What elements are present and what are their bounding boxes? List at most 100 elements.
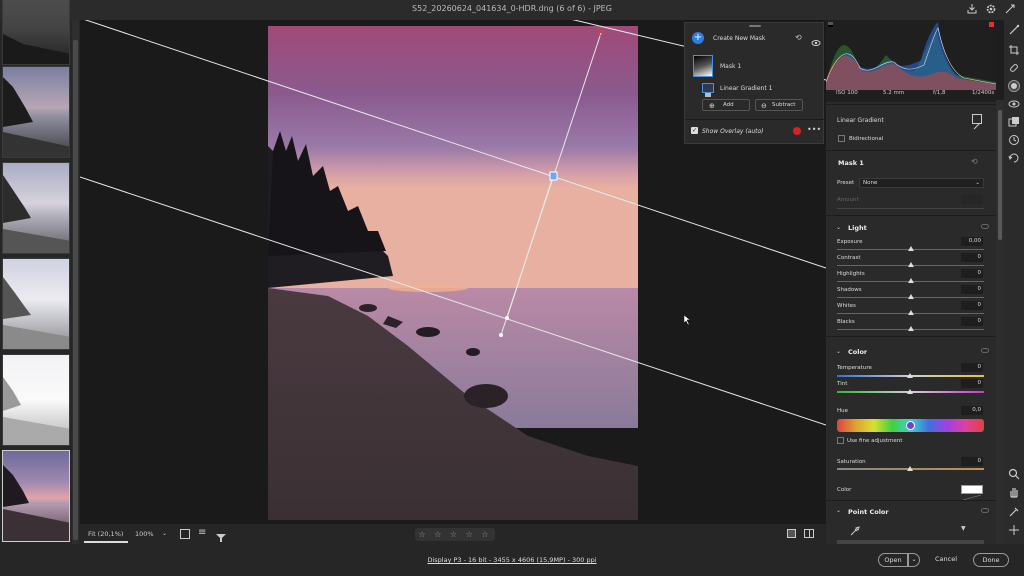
invert-icon[interactable] bbox=[972, 114, 982, 130]
reset-icon[interactable]: ⟲ bbox=[795, 33, 805, 43]
light-slider-value[interactable]: 0 bbox=[961, 301, 983, 310]
hue-value[interactable]: 0,0 bbox=[961, 406, 983, 415]
preset-select[interactable]: None ⌄ bbox=[859, 178, 984, 188]
gradient-center-pin[interactable] bbox=[549, 171, 558, 181]
edit-tool-icon[interactable] bbox=[1008, 24, 1020, 36]
filmstrip-thumb[interactable] bbox=[2, 66, 70, 158]
light-section-title[interactable]: Light bbox=[848, 224, 867, 232]
filmstrip-thumb-selected[interactable] bbox=[2, 450, 70, 542]
adjustments-scrollbar[interactable] bbox=[996, 100, 1004, 544]
share-icon[interactable] bbox=[966, 3, 978, 15]
mask-component-name[interactable]: Linear Gradient 1 bbox=[720, 85, 772, 92]
light-slider-label: Blacks bbox=[837, 319, 855, 325]
crop-tool-icon[interactable] bbox=[1008, 44, 1020, 56]
mask-name[interactable]: Mask 1 bbox=[720, 63, 741, 70]
mask-reset-icon[interactable]: ⟲ bbox=[971, 157, 978, 166]
tint-slider-thumb[interactable] bbox=[907, 389, 913, 394]
fine-adjustment-label: Use fine adjustment bbox=[847, 438, 903, 444]
sampler-tool-icon[interactable] bbox=[1008, 506, 1020, 518]
shadow-clipping-toggle[interactable] bbox=[828, 22, 833, 27]
zoom-dropdown-icon[interactable]: ⌄ bbox=[162, 530, 167, 537]
gear-icon[interactable] bbox=[985, 3, 997, 15]
light-slider-value[interactable]: 0 bbox=[961, 317, 983, 326]
hand-tool-icon[interactable] bbox=[1008, 486, 1020, 498]
red-eye-tool-icon[interactable] bbox=[1008, 98, 1020, 110]
light-slider-thumb[interactable] bbox=[907, 294, 914, 299]
hue-label: Hue bbox=[837, 408, 849, 414]
before-after-icon[interactable] bbox=[804, 529, 814, 538]
point-color-section-title[interactable]: Point Color bbox=[848, 508, 889, 516]
light-slider-value[interactable]: 0 bbox=[961, 253, 983, 262]
hue-slider-thumb[interactable] bbox=[906, 421, 915, 430]
filmstrip-scrollbar[interactable] bbox=[72, 20, 79, 544]
light-slider-thumb[interactable] bbox=[907, 246, 914, 251]
fit-zoom-option[interactable]: Fit (20,1%) bbox=[88, 530, 123, 538]
masking-tool-icon[interactable] bbox=[1008, 80, 1020, 92]
eyedropper-icon[interactable] bbox=[850, 526, 860, 538]
light-slider-thumb[interactable] bbox=[907, 326, 914, 331]
light-slider-thumb[interactable] bbox=[907, 310, 914, 315]
snapshots-icon[interactable] bbox=[1008, 134, 1020, 146]
open-button[interactable]: Open bbox=[878, 553, 908, 567]
filmstrip-thumb[interactable] bbox=[2, 354, 70, 446]
tint-value[interactable]: 0 bbox=[961, 379, 983, 388]
subtract-button[interactable]: ⊖ Subtract bbox=[755, 99, 803, 111]
filmstrip-scrollbar-thumb[interactable] bbox=[73, 40, 78, 540]
light-slider-thumb[interactable] bbox=[907, 262, 914, 267]
temperature-value[interactable]: 0 bbox=[961, 363, 983, 372]
versions-icon[interactable] bbox=[1008, 152, 1020, 164]
saturation-value[interactable]: 0 bbox=[961, 457, 983, 466]
color-collapse-icon[interactable]: ⌄ bbox=[836, 348, 841, 355]
done-button[interactable]: Done bbox=[973, 553, 1009, 567]
gradient-mid-handle[interactable] bbox=[505, 316, 509, 320]
bidirectional-checkbox[interactable] bbox=[838, 135, 845, 142]
light-collapse-icon[interactable]: ⌄ bbox=[836, 224, 841, 231]
compare-icon[interactable] bbox=[180, 529, 190, 539]
point-color-collapse-icon[interactable]: ⌄ bbox=[836, 507, 841, 514]
cancel-button[interactable]: Cancel bbox=[928, 553, 964, 567]
light-slider-value[interactable]: 0 bbox=[961, 269, 983, 278]
light-slider-value[interactable]: 0 bbox=[961, 285, 983, 294]
healing-tool-icon[interactable] bbox=[1008, 62, 1020, 74]
show-overlay-checkbox[interactable]: ✓ bbox=[691, 127, 698, 134]
view-mode-icon[interactable] bbox=[787, 529, 796, 538]
adjustments-scrollbar-thumb[interactable] bbox=[998, 110, 1002, 240]
color-section-title[interactable]: Color bbox=[848, 348, 867, 356]
point-color-visibility-icon[interactable] bbox=[981, 508, 989, 513]
fit-active-indicator bbox=[84, 541, 128, 543]
saturation-slider-thumb[interactable] bbox=[907, 466, 913, 471]
exif-aperture: f/1,8 bbox=[933, 90, 946, 96]
gradient-bottom-handle[interactable] bbox=[499, 333, 503, 337]
color-swatch[interactable] bbox=[961, 485, 983, 501]
help-icon[interactable] bbox=[1004, 3, 1016, 15]
overlay-color-swatch[interactable] bbox=[793, 127, 801, 135]
star-rating[interactable]: ☆ ☆ ☆ ☆ ☆ bbox=[415, 528, 495, 541]
eye-icon[interactable] bbox=[811, 33, 821, 46]
preset-value: None bbox=[863, 180, 878, 186]
sort-icon[interactable]: ≡ bbox=[198, 527, 206, 538]
panel-drag-handle[interactable] bbox=[749, 25, 761, 27]
more-options-icon[interactable]: ••• bbox=[807, 125, 821, 134]
light-slider-thumb[interactable] bbox=[907, 278, 914, 283]
color-visibility-icon[interactable] bbox=[981, 348, 989, 353]
mask-thumbnail[interactable] bbox=[693, 55, 713, 77]
filmstrip-thumb[interactable] bbox=[2, 0, 70, 65]
create-new-mask-label[interactable]: Create New Mask bbox=[713, 35, 765, 42]
light-slider-value[interactable]: 0,00 bbox=[961, 237, 983, 246]
create-new-mask-button[interactable]: + bbox=[692, 32, 704, 44]
toggle-grid-icon[interactable] bbox=[1008, 524, 1020, 536]
open-options-dropdown[interactable]: ⌄ bbox=[908, 553, 920, 567]
point-color-dropdown-icon[interactable]: ▼ bbox=[961, 525, 966, 532]
filmstrip-thumb[interactable] bbox=[2, 162, 70, 254]
fine-adjustment-checkbox[interactable] bbox=[837, 437, 844, 444]
light-visibility-icon[interactable] bbox=[981, 224, 989, 229]
linear-gradient-icon[interactable] bbox=[702, 83, 714, 97]
workflow-options-link[interactable]: Display P3 - 16 bit - 3455 x 4606 (15,9M… bbox=[0, 556, 1024, 564]
temperature-slider-thumb[interactable] bbox=[907, 373, 913, 378]
zoom-100-option[interactable]: 100% bbox=[135, 530, 154, 538]
add-button[interactable]: ⊕ Add bbox=[702, 99, 750, 111]
presets-icon[interactable] bbox=[1008, 116, 1020, 128]
zoom-tool-icon[interactable] bbox=[1008, 468, 1020, 480]
highlight-clipping-toggle[interactable] bbox=[989, 22, 994, 27]
filmstrip-thumb[interactable] bbox=[2, 258, 70, 350]
